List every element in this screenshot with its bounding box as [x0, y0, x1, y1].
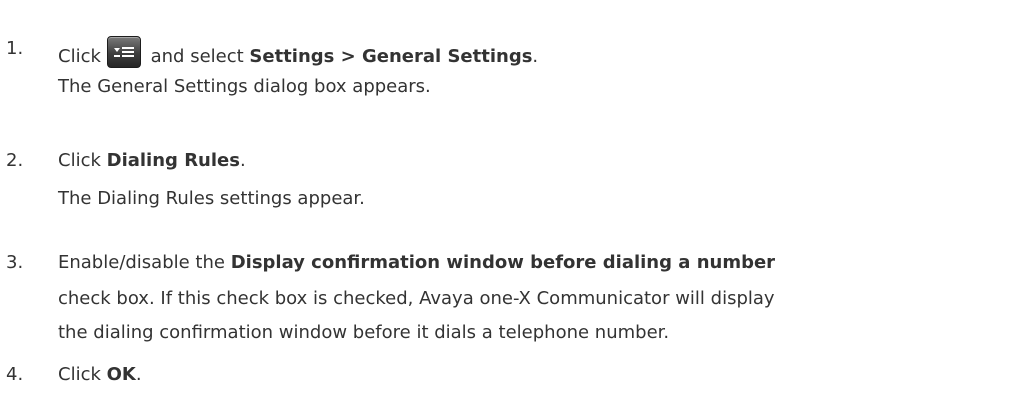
button-name: OK	[106, 364, 136, 385]
step-result: The Dialing Rules settings appear.	[58, 188, 365, 209]
step-text-pre: Enable/disable the	[58, 252, 231, 273]
step-text: Click OK.	[58, 362, 142, 388]
step-text: Enable/disable the Display confirmation …	[58, 250, 775, 276]
step-text-post: .	[239, 150, 246, 171]
step-text-mid: and select	[144, 46, 250, 67]
step-text-pre: Click	[58, 46, 101, 67]
checkbox-name: Display confirmation window before diali…	[230, 252, 776, 273]
step-detail: the dialing confirmation window before i…	[58, 322, 670, 343]
step-text: Click and select Settings > General Sett…	[58, 36, 538, 70]
step-text-post: .	[135, 364, 142, 385]
menu-list-icon[interactable]	[106, 36, 141, 68]
step-text-pre: Click	[58, 150, 107, 171]
step-number: 3.	[6, 252, 24, 273]
step-number: 1.	[6, 38, 24, 59]
step-text-pre: Click	[58, 364, 107, 385]
step-number: 2.	[6, 150, 24, 171]
step-detail: check box. If this check box is checked,…	[58, 288, 775, 309]
step-text: Click Dialing Rules.	[58, 148, 246, 174]
step-text-post: .	[532, 46, 539, 67]
tab-name: Dialing Rules	[106, 150, 240, 171]
step-result: The General Settings dialog box appears.	[58, 76, 431, 97]
step-number: 4.	[6, 364, 24, 385]
menu-path: Settings > General Settings	[249, 46, 533, 67]
